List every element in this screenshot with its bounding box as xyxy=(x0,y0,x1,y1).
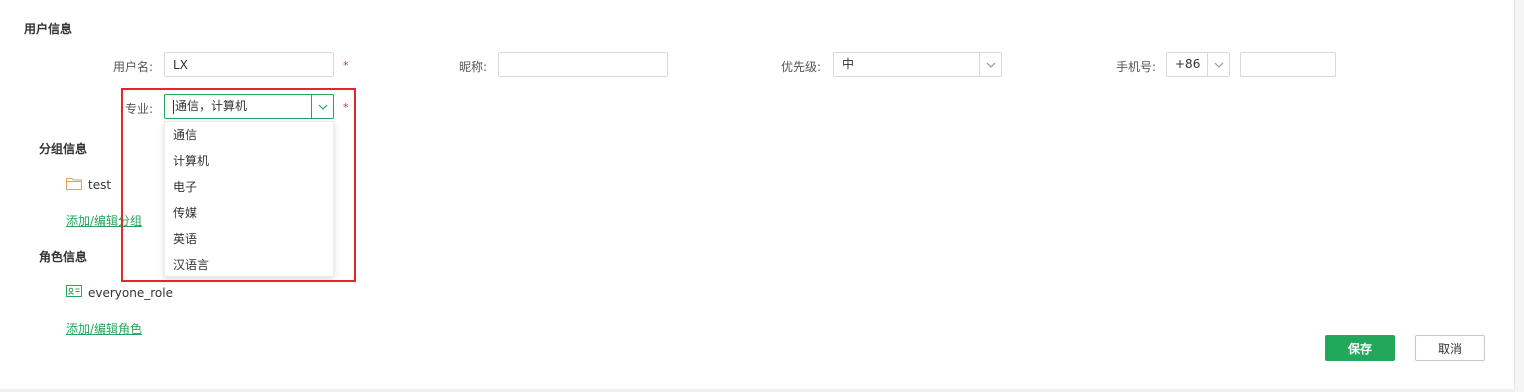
role-item[interactable]: everyone_role xyxy=(66,285,173,300)
nickname-label: 昵称: xyxy=(459,60,488,74)
username-label: 用户名: xyxy=(113,60,154,74)
major-value: 通信，计算机 xyxy=(175,99,248,113)
username-input[interactable] xyxy=(164,52,334,77)
nickname-input[interactable] xyxy=(498,52,668,77)
country-code-value: +86 xyxy=(1175,57,1201,71)
user-info-title: 用户信息 xyxy=(24,22,73,36)
chevron-down-icon[interactable] xyxy=(1207,53,1229,76)
username-required-mark: * xyxy=(343,59,349,72)
text-caret xyxy=(173,99,174,114)
role-item-name: everyone_role xyxy=(88,285,173,300)
priority-label: 优先级: xyxy=(781,60,822,74)
major-required-mark: * xyxy=(343,101,349,114)
chevron-down-icon[interactable] xyxy=(311,95,333,118)
phone-label: 手机号: xyxy=(1116,60,1157,74)
major-option[interactable]: 计算机 xyxy=(165,148,333,174)
group-item-name: test xyxy=(88,178,112,192)
priority-value: 中 xyxy=(842,57,855,71)
country-code-select[interactable]: +86 xyxy=(1166,52,1230,77)
folder-icon xyxy=(66,177,82,193)
major-option[interactable]: 电子 xyxy=(165,174,333,200)
role-info-title: 角色信息 xyxy=(39,250,88,264)
group-info-title: 分组信息 xyxy=(39,142,88,156)
major-option[interactable]: 汉语言 xyxy=(165,252,333,278)
id-card-icon xyxy=(66,285,82,300)
major-option[interactable]: 英语 xyxy=(165,226,333,252)
major-dropdown: 通信 计算机 电子 传媒 英语 汉语言 xyxy=(164,121,334,277)
major-label: 专业: xyxy=(125,102,154,116)
edit-group-link[interactable]: 添加/编辑分组 xyxy=(66,212,142,229)
edit-role-link[interactable]: 添加/编辑角色 xyxy=(66,320,142,337)
major-option[interactable]: 传媒 xyxy=(165,200,333,226)
priority-select[interactable]: 中 xyxy=(833,52,1002,77)
cancel-button[interactable]: 取消 xyxy=(1415,335,1485,361)
major-select[interactable]: 通信，计算机 xyxy=(164,94,334,119)
user-form-panel: 用户信息 用户名: * 昵称: 优先级: 中 手机号: +86 专业: 通信，计… xyxy=(0,0,1515,392)
chevron-down-icon[interactable] xyxy=(979,53,1001,76)
scrollbar-track[interactable] xyxy=(1515,0,1524,392)
major-option[interactable]: 通信 xyxy=(165,122,333,148)
group-item[interactable]: test xyxy=(66,177,111,193)
save-button[interactable]: 保存 xyxy=(1325,335,1395,361)
phone-input[interactable] xyxy=(1240,52,1336,77)
